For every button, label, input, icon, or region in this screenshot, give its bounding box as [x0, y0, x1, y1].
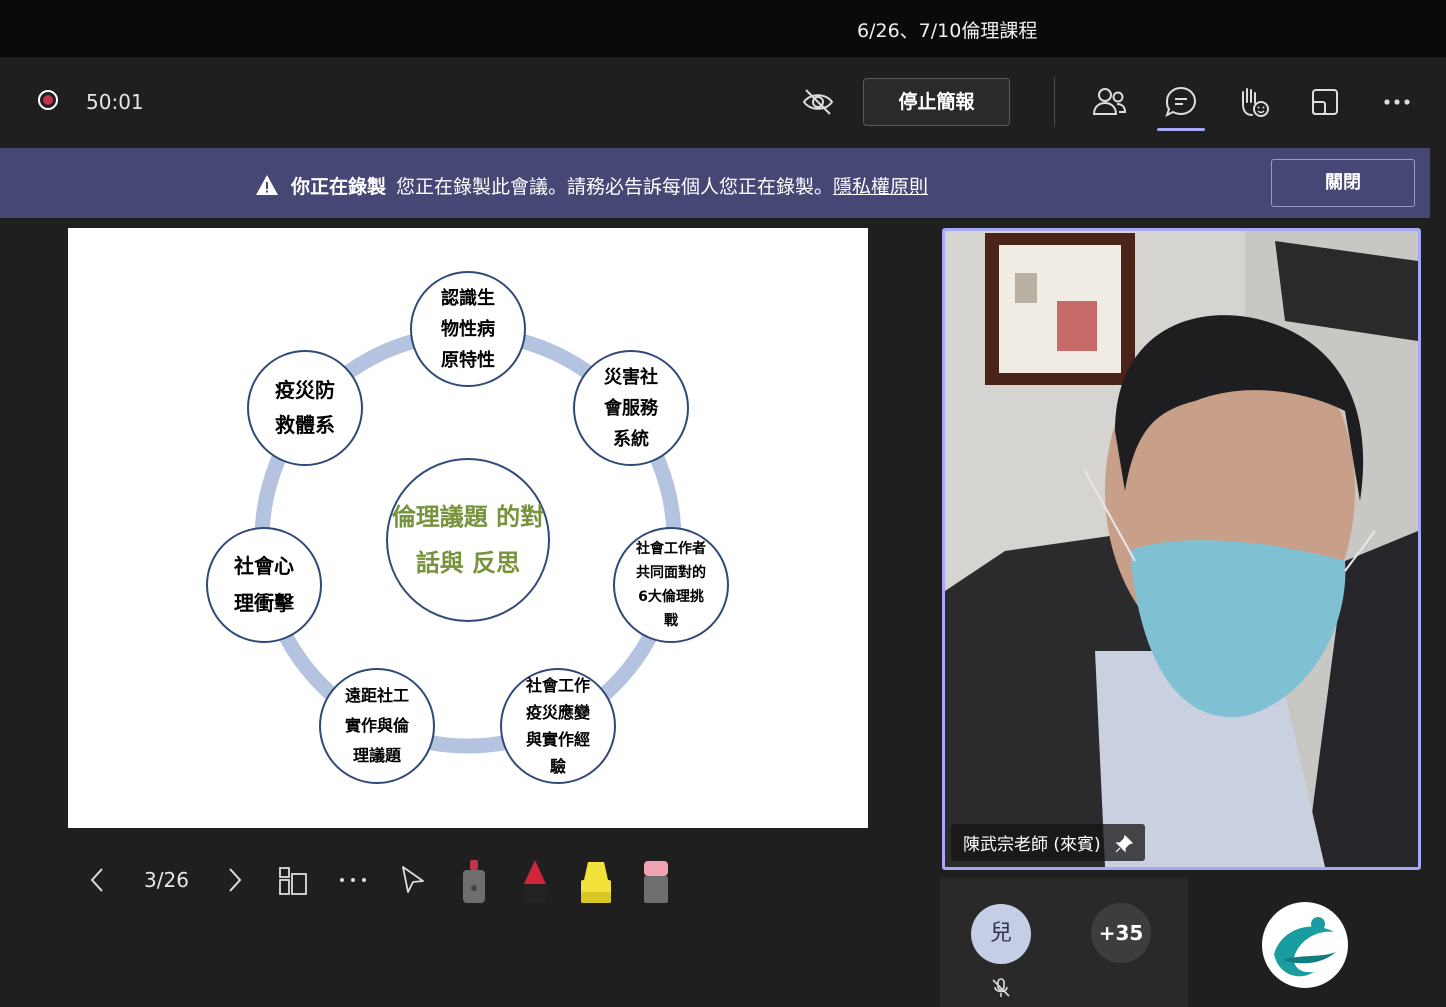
node-line: 原特性	[441, 349, 495, 371]
pointer-tool-icon[interactable]	[398, 864, 428, 896]
slide-node-ethical-challenges: 社會工作者共同面對的 6大倫理挑戰	[613, 527, 729, 643]
node-line: 遠距社工	[344, 686, 409, 705]
node-line: 疫災應變	[525, 703, 590, 722]
privacy-policy-link[interactable]: 隱私權原則	[833, 176, 928, 198]
recording-banner: 你正在錄製 您正在錄製此會議。請務必告訴每個人您正在錄製。隱私權原則 關閉	[0, 148, 1430, 218]
highlighter-icon[interactable]	[578, 858, 614, 906]
slide-node-remote-social-work: 遠距社工實作與倫理議題	[319, 668, 435, 784]
center-line-1: 倫理議題	[391, 503, 488, 531]
organization-logo-mark	[1274, 917, 1336, 977]
node-line: 理議題	[352, 746, 401, 765]
red-pen-icon[interactable]	[519, 858, 551, 906]
slide-page-number: 3/26	[144, 868, 189, 892]
node-line: 會服務	[604, 397, 658, 419]
node-line: 系統	[613, 428, 649, 450]
meeting-timer: 50:01	[86, 90, 144, 114]
node-line: 共同面對的	[636, 565, 706, 581]
slide-node-disaster-services: 災害社 會服務 系統	[573, 350, 689, 466]
node-line: 理衝擊	[234, 591, 294, 615]
eraser-icon[interactable]	[640, 858, 672, 906]
toolbar-divider	[1054, 77, 1055, 127]
center-line-3: 反思	[472, 549, 521, 577]
presentation-slide: 倫理議題 的對話與 反思 認識生物性病原特性 災害社會服務系統 社會工作者共同面…	[68, 228, 868, 828]
node-line: 認識生	[441, 287, 495, 309]
laser-pointer-icon[interactable]	[458, 858, 490, 906]
stop-presenting-button[interactable]: 停止簡報	[863, 78, 1010, 126]
participants-icon[interactable]	[1089, 82, 1129, 122]
slide-node-biological: 認識生 物性病 原特性	[410, 271, 526, 387]
node-line: 疫災防	[275, 378, 335, 402]
participant-avatar[interactable]: 兒	[971, 904, 1031, 964]
chat-icon[interactable]	[1161, 82, 1201, 122]
mic-muted-icon	[992, 978, 1010, 997]
node-line: 災害社	[604, 366, 658, 388]
reactions-icon[interactable]	[1233, 82, 1273, 122]
slide-node-prevention-system: 疫災防 救體系	[247, 350, 363, 466]
warning-icon	[256, 175, 278, 195]
next-slide-icon[interactable]	[222, 866, 246, 894]
overflow-participants-count[interactable]: +35	[1091, 903, 1151, 963]
slide-node-psychological-impact: 社會心 理衝擊	[206, 527, 322, 643]
banner-message: 您正在錄製此會議。請務必告訴每個人您正在錄製。	[396, 176, 834, 198]
more-actions-icon[interactable]	[1377, 82, 1417, 122]
participant-name-tag: 陳武宗老師 (來賓)	[951, 824, 1145, 861]
meeting-title: 6/26、7/10倫理課程	[857, 20, 1038, 42]
node-line: 戰	[664, 613, 678, 629]
participant-name: 陳武宗老師 (來賓)	[963, 835, 1101, 855]
pinned-video-tile[interactable]: 陳武宗老師 (來賓)	[942, 228, 1421, 870]
node-line: 實作與倫	[344, 716, 409, 735]
node-line: 6大倫理挑	[638, 589, 704, 605]
title-bar: 6/26、7/10倫理課程	[0, 0, 1446, 57]
slide-more-options-icon[interactable]	[337, 866, 369, 894]
node-line: 救體系	[275, 413, 335, 437]
banner-heading: 你正在錄製	[291, 176, 387, 198]
previous-slide-icon[interactable]	[86, 866, 110, 894]
pin-icon[interactable]	[1115, 835, 1133, 853]
recording-indicator-icon	[38, 90, 58, 110]
node-line: 社會工作者	[636, 541, 706, 557]
organization-logo	[1262, 902, 1348, 988]
meeting-toolbar: 50:01 停止簡報	[0, 57, 1446, 147]
speaker-video-feed	[945, 231, 1418, 867]
hide-view-icon[interactable]	[798, 82, 838, 122]
close-banner-button[interactable]: 關閉	[1271, 159, 1415, 207]
slide-center-topic: 倫理議題 的對話與 反思	[386, 458, 550, 622]
node-line: 社會心	[234, 554, 294, 578]
slide-grid-icon[interactable]	[277, 865, 309, 897]
node-line: 與實作經	[525, 730, 590, 749]
node-line: 物性病	[441, 318, 495, 340]
node-line: 社會工作	[525, 676, 590, 695]
chat-active-indicator	[1157, 128, 1205, 131]
slide-node-practice-experience: 社會工作疫災應變與實作經驗	[500, 668, 616, 784]
breakout-rooms-icon[interactable]	[1305, 82, 1345, 122]
node-line: 驗	[549, 757, 566, 776]
